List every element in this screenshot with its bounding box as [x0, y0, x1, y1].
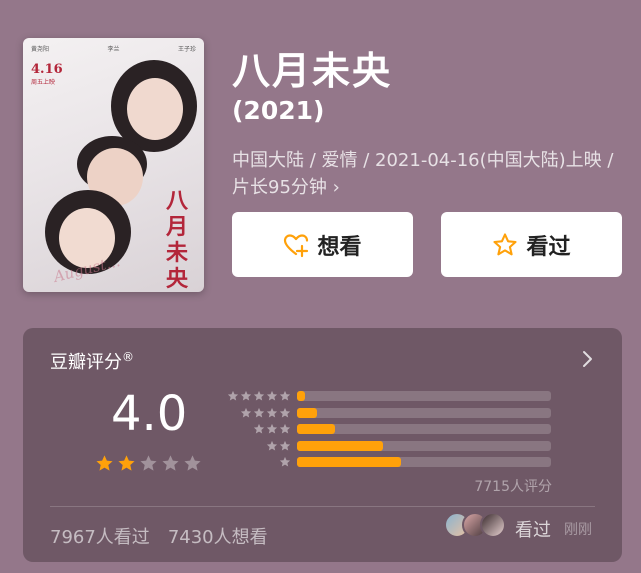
small-star-icon — [279, 407, 291, 417]
star-outline-icon — [493, 232, 518, 255]
want-to-watch-label: 想看 — [317, 234, 362, 260]
small-star-icon — [279, 390, 291, 401]
poster-release-sub: 周五上映 — [31, 79, 56, 86]
poster-title: 八月未央 — [165, 188, 188, 292]
small-star-icon — [279, 440, 291, 450]
friends-seen-label: 看过 — [515, 520, 551, 541]
small-star-icon — [266, 407, 278, 417]
heart-plus-icon — [284, 233, 309, 257]
watched-count: 7967人看过 — [50, 527, 150, 548]
chevron-right-icon[interactable] — [582, 350, 594, 368]
rating-bar-stars — [223, 407, 291, 419]
rating-bar-fill — [297, 391, 305, 401]
rating-bar-stars — [223, 440, 291, 452]
movie-year: (2021) — [232, 96, 325, 125]
poster-release-date: 4.16 周五上映 — [31, 62, 63, 86]
poster-credit-name: 王子珍 — [177, 46, 196, 53]
movie-meta[interactable]: 中国大陆 / 爱情 / 2021-04-16(中国大陆)上映 / 片长95分钟 … — [232, 147, 622, 201]
star-empty-icon — [184, 455, 201, 471]
rating-bar-row — [223, 438, 553, 454]
star-filled-icon — [118, 455, 135, 471]
rating-bar-track — [297, 391, 551, 401]
poster-credits: 黄尧阳 李兰 王子珍 — [31, 44, 196, 53]
rating-distribution — [223, 388, 553, 471]
rating-bar-track — [297, 457, 551, 467]
small-star-icon — [240, 390, 252, 401]
rating-bar-stars — [223, 456, 291, 468]
small-star-icon — [253, 407, 265, 417]
small-star-icon — [253, 390, 265, 401]
divider — [50, 506, 595, 507]
movie-title: 八月未央 — [232, 49, 393, 93]
star-empty-icon — [140, 455, 157, 471]
poster-credit-name: 李兰 — [107, 46, 120, 53]
friend-avatars[interactable] — [444, 512, 506, 538]
small-star-icon — [279, 423, 291, 434]
rating-count: 7715人评分 — [474, 479, 552, 495]
rating-bar-track — [297, 424, 551, 434]
star-filled-icon — [96, 455, 113, 471]
rating-bar-fill — [297, 457, 402, 467]
rating-bar-stars — [223, 423, 291, 435]
rating-bar-fill — [297, 424, 336, 434]
small-star-icon — [227, 390, 239, 401]
watched-button[interactable]: 看过 — [441, 212, 622, 277]
star-empty-icon — [162, 455, 179, 471]
rating-bar-track — [297, 440, 551, 451]
rating-card-title: 豆瓣评分® — [50, 350, 134, 373]
small-star-icon — [253, 423, 265, 434]
small-star-icon — [266, 390, 278, 401]
small-star-icon — [240, 407, 252, 417]
avatar — [480, 512, 506, 538]
rating-bar-track — [297, 407, 551, 418]
small-star-icon — [279, 456, 291, 467]
rating-score: 4.0 — [111, 386, 188, 442]
audience-stats: 7967人看过 7430人想看 — [50, 523, 268, 549]
rating-bar-fill — [297, 440, 384, 451]
rating-card[interactable]: 豆瓣评分® 4.0 7715人评分 7967人看过 7430人想看 看过 刚刚 — [23, 328, 622, 562]
friends-seen-time: 刚刚 — [564, 522, 592, 538]
rating-bar-row — [223, 405, 553, 421]
poster-credit-name: 黄尧阳 — [31, 46, 50, 53]
rating-bar-row — [223, 421, 553, 437]
watched-label: 看过 — [526, 234, 571, 260]
rating-stars — [95, 454, 202, 473]
small-star-icon — [266, 423, 278, 434]
movie-poster[interactable]: 黄尧阳 李兰 王子珍 4.16 周五上映 八月未央 August... — [23, 38, 204, 292]
small-star-icon — [266, 440, 278, 450]
wanted-count: 7430人想看 — [167, 527, 268, 548]
poster-figure — [127, 78, 183, 140]
registered-mark: ® — [122, 350, 134, 364]
rating-bar-row — [223, 388, 553, 404]
want-to-watch-button[interactable]: 想看 — [232, 212, 413, 277]
rating-bar-stars — [223, 390, 291, 402]
rating-bar-row — [223, 454, 553, 470]
rating-bar-fill — [297, 407, 318, 418]
